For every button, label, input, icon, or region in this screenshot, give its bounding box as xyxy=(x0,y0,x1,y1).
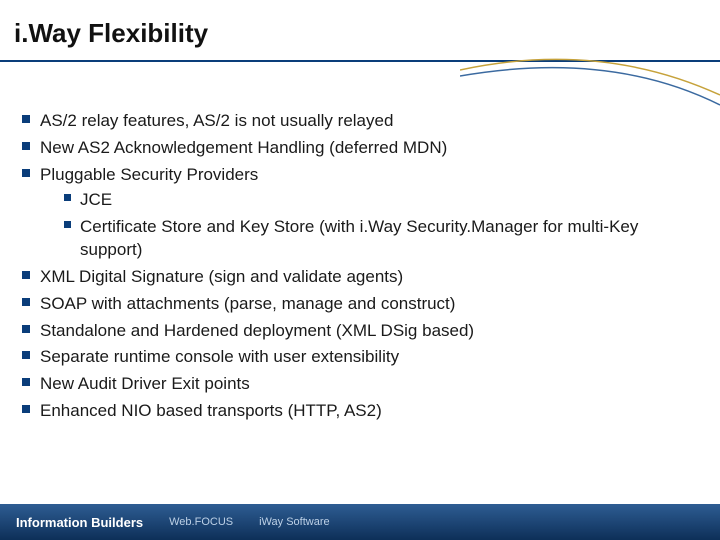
list-item: Enhanced NIO based transports (HTTP, AS2… xyxy=(22,400,690,423)
list-item: JCE xyxy=(64,189,690,212)
bullet-text: SOAP with attachments (parse, manage and… xyxy=(40,294,455,313)
bullet-text: Enhanced NIO based transports (HTTP, AS2… xyxy=(40,401,382,420)
list-item: Standalone and Hardened deployment (XML … xyxy=(22,320,690,343)
list-item: SOAP with attachments (parse, manage and… xyxy=(22,293,690,316)
bullet-text: Pluggable Security Providers xyxy=(40,165,258,184)
brand-logo-webfocus: Web.FOCUS xyxy=(169,516,233,528)
list-item: Separate runtime console with user exten… xyxy=(22,346,690,369)
content-area: AS/2 relay features, AS/2 is not usually… xyxy=(22,110,690,427)
list-item: Pluggable Security Providers JCE Certifi… xyxy=(22,164,690,262)
list-item: Certificate Store and Key Store (with i.… xyxy=(64,216,690,262)
title-rule xyxy=(0,60,720,62)
bullet-text: XML Digital Signature (sign and validate… xyxy=(40,267,403,286)
bullet-text: JCE xyxy=(80,190,112,209)
page-title: i.Way Flexibility xyxy=(14,18,208,49)
bullet-text: New AS2 Acknowledgement Handling (deferr… xyxy=(40,138,447,157)
brand-logo-iway: iWay Software xyxy=(259,516,330,528)
bullet-text: New Audit Driver Exit points xyxy=(40,374,250,393)
list-item: AS/2 relay features, AS/2 is not usually… xyxy=(22,110,690,133)
bullet-text: Separate runtime console with user exten… xyxy=(40,347,399,366)
sub-bullet-list: JCE Certificate Store and Key Store (wit… xyxy=(40,189,690,262)
decorative-swoosh xyxy=(460,50,720,110)
list-item: XML Digital Signature (sign and validate… xyxy=(22,266,690,289)
list-item: New AS2 Acknowledgement Handling (deferr… xyxy=(22,137,690,160)
bullet-list: AS/2 relay features, AS/2 is not usually… xyxy=(22,110,690,423)
brand-logo-information-builders: Information Builders xyxy=(16,515,143,530)
slide: i.Way Flexibility AS/2 relay features, A… xyxy=(0,0,720,540)
bullet-text: Standalone and Hardened deployment (XML … xyxy=(40,321,474,340)
bullet-text: Certificate Store and Key Store (with i.… xyxy=(80,217,638,259)
footer-bar: Information Builders Web.FOCUS iWay Soft… xyxy=(0,504,720,540)
list-item: New Audit Driver Exit points xyxy=(22,373,690,396)
bullet-text: AS/2 relay features, AS/2 is not usually… xyxy=(40,111,393,130)
